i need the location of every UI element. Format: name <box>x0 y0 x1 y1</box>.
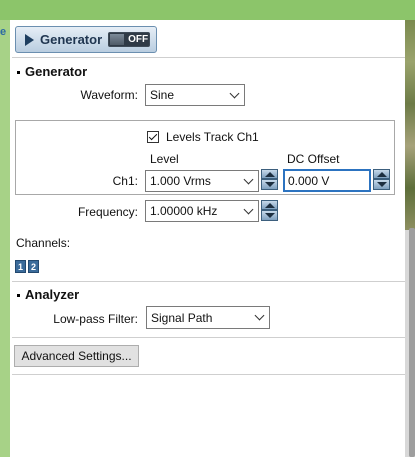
off-toggle-indicator: OFF <box>108 32 151 47</box>
levels-track-label: Levels Track Ch1 <box>166 130 259 144</box>
arrow-up-icon <box>376 171 387 177</box>
frequency-label: Frequency: <box>77 205 138 219</box>
arrow-up-icon <box>264 202 275 208</box>
ch1-label: Ch1: <box>112 174 138 188</box>
waveform-select-value: Sine <box>150 88 175 102</box>
dc-offset-value: 0.000 V <box>288 173 330 188</box>
dc-offset-column-header: DC Offset <box>287 152 340 166</box>
frequency-stepper[interactable] <box>261 200 278 221</box>
lowpass-filter-value: Signal Path <box>151 310 213 325</box>
analyzer-section-title[interactable]: Analyzer <box>15 287 79 302</box>
left-edge-glyph: e <box>0 26 7 38</box>
arrow-down-icon <box>264 213 275 218</box>
stepper-down-button[interactable] <box>373 179 390 190</box>
collapse-bullet-icon <box>17 71 20 75</box>
dc-offset-input[interactable]: 0.000 V <box>283 169 371 192</box>
stepper-up-button[interactable] <box>373 169 390 179</box>
toggle-state-label: OFF <box>128 34 149 45</box>
ch1-level-value: 1.000 Vrms <box>150 174 211 188</box>
arrow-down-icon <box>264 182 275 187</box>
waveform-label: Waveform: <box>80 88 138 102</box>
toggle-knob-icon <box>110 34 125 45</box>
divider <box>12 337 405 338</box>
chevron-down-icon <box>243 204 254 215</box>
stepper-up-button[interactable] <box>261 200 278 210</box>
channel-1-button[interactable]: 1 <box>15 260 26 273</box>
advanced-settings-button[interactable]: Advanced Settings... <box>14 345 139 367</box>
vertical-scrollbar[interactable] <box>409 228 415 457</box>
levels-track-checkbox[interactable] <box>147 131 159 143</box>
generator-section-title[interactable]: Generator <box>15 64 87 79</box>
window-top-strip <box>0 0 415 20</box>
generator-button-label: Generator <box>40 32 103 47</box>
arrow-up-icon <box>264 171 275 177</box>
divider <box>12 374 405 375</box>
chevron-down-icon <box>254 310 265 321</box>
window-left-strip <box>0 20 10 457</box>
play-icon <box>25 33 34 46</box>
chevron-down-icon <box>229 88 240 99</box>
generator-toggle-button[interactable]: Generator OFF <box>15 26 157 53</box>
divider <box>12 57 405 58</box>
channel-2-button[interactable]: 2 <box>28 260 39 273</box>
lowpass-filter-select[interactable]: Signal Path <box>146 306 270 329</box>
stepper-up-button[interactable] <box>261 169 278 179</box>
divider <box>12 281 405 282</box>
level-column-header: Level <box>150 152 179 166</box>
stepper-down-button[interactable] <box>261 210 278 221</box>
analyzer-section-title-text: Analyzer <box>25 287 80 302</box>
frequency-value: 1.00000 kHz <box>150 204 218 218</box>
lowpass-filter-label: Low-pass Filter: <box>53 312 138 326</box>
channels-label: Channels: <box>16 236 71 250</box>
stepper-down-button[interactable] <box>261 179 278 190</box>
waveform-select[interactable]: Sine <box>145 84 245 106</box>
chevron-down-icon <box>243 174 254 185</box>
background-image-edge <box>405 20 415 230</box>
arrow-down-icon <box>376 182 387 187</box>
collapse-bullet-icon <box>17 294 20 298</box>
dc-offset-stepper[interactable] <box>373 169 390 190</box>
ch1-level-stepper[interactable] <box>261 169 278 190</box>
frequency-select[interactable]: 1.00000 kHz <box>145 200 259 222</box>
generator-section-title-text: Generator <box>25 64 88 79</box>
ch1-level-select[interactable]: 1.000 Vrms <box>145 170 259 192</box>
